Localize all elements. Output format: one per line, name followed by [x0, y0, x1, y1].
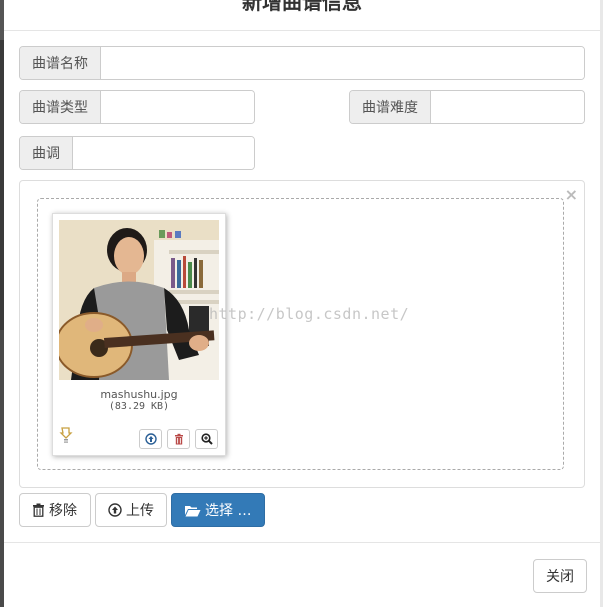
- modal-dialog: 新增曲谱信息 曲谱名称 曲谱类型 曲谱难度 曲调 × mashushu.jpg …: [4, 0, 600, 607]
- browse-button-label: 选择 …: [205, 503, 252, 519]
- remove-button[interactable]: 移除: [19, 493, 91, 527]
- upload-button-label: 上传: [126, 503, 154, 519]
- drag-handle-icon[interactable]: [59, 427, 73, 443]
- modal-footer: 关闭: [4, 542, 600, 607]
- score-type-group: 曲谱类型: [19, 90, 255, 124]
- close-button[interactable]: 关闭: [533, 559, 587, 593]
- score-difficulty-group: 曲谱难度: [349, 90, 585, 124]
- close-button-label: 关闭: [546, 569, 574, 585]
- score-difficulty-label: 曲谱难度: [350, 91, 431, 123]
- file-size: (83.29 KB): [108, 401, 170, 412]
- score-key-label: 曲调: [20, 137, 73, 169]
- score-type-label: 曲谱类型: [20, 91, 101, 123]
- modal-title: 新增曲谱信息: [242, 0, 362, 14]
- remove-file-button[interactable]: [167, 429, 190, 449]
- remove-button-label: 移除: [49, 503, 77, 519]
- file-thumbnail: mashushu.jpg (83.29 KB): [52, 213, 226, 456]
- score-name-input[interactable]: [101, 47, 584, 79]
- trash-icon: [33, 503, 44, 517]
- zoom-in-icon: [200, 433, 213, 445]
- zoom-file-button[interactable]: [195, 429, 218, 449]
- folder-open-icon: [185, 505, 201, 516]
- score-key-group: 曲调: [19, 136, 255, 170]
- modal-header: 新增曲谱信息: [4, 0, 600, 31]
- score-name-label: 曲谱名称: [20, 47, 101, 79]
- browse-button[interactable]: 选择 …: [171, 493, 265, 527]
- score-difficulty-input[interactable]: [431, 91, 584, 123]
- file-name: mashushu.jpg: [100, 388, 178, 401]
- upload-icon: [144, 433, 157, 445]
- close-icon[interactable]: ×: [565, 185, 578, 204]
- image-preview[interactable]: [59, 220, 219, 380]
- score-type-input[interactable]: [101, 91, 254, 123]
- file-drop-zone[interactable]: mashushu.jpg (83.29 KB): [37, 198, 564, 470]
- score-name-group: 曲谱名称: [19, 46, 585, 80]
- file-preview-panel: × mashushu.jpg (83.29 KB): [19, 180, 585, 488]
- upload-icon: [108, 503, 122, 517]
- upload-button[interactable]: 上传: [95, 493, 167, 527]
- score-key-input[interactable]: [73, 137, 254, 169]
- trash-icon: [174, 433, 183, 445]
- upload-file-button[interactable]: [139, 429, 162, 449]
